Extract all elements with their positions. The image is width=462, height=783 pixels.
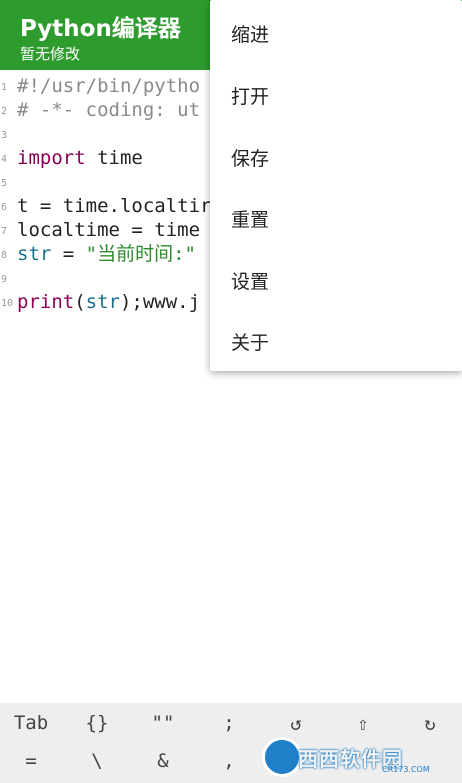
code-token: str	[85, 291, 120, 313]
menu-item-about[interactable]: 关于	[210, 309, 462, 371]
line-number: 9	[1, 274, 8, 285]
code-text: str = "当前时间:"	[17, 242, 196, 266]
code-token: (	[74, 291, 86, 313]
code-token: # -*- coding: ut	[17, 99, 201, 121]
code-token: localtime = time	[17, 219, 201, 241]
code-text: # -*- coding: ut	[17, 98, 200, 122]
semicolon-key[interactable]: ;	[207, 705, 251, 741]
menu-item-label: 保存	[231, 148, 270, 170]
code-text: print(str);www.j	[17, 290, 200, 314]
ampersand-key[interactable]: &	[141, 743, 185, 779]
menu-item-reset[interactable]: 重置	[210, 186, 462, 248]
code-token: );www.j	[119, 291, 201, 313]
equals-key[interactable]: =	[9, 743, 53, 779]
watermark-sub: CR173.COM	[382, 765, 430, 774]
menu-item-label: 缩进	[231, 24, 270, 46]
line-number: 5	[1, 178, 8, 189]
line-number: 4	[1, 154, 8, 165]
menu-item-indent[interactable]: 缩进	[210, 1, 462, 63]
line-number: 7	[1, 226, 8, 237]
code-token: =	[51, 243, 86, 265]
line-number: 3	[1, 130, 8, 141]
menu-item-label: 重置	[231, 209, 270, 231]
menu-item-label: 打开	[231, 86, 270, 108]
quotes-key[interactable]: ""	[141, 705, 185, 741]
code-text: localtime = time	[17, 218, 200, 242]
line-number: 8	[1, 250, 8, 261]
code-text: t = time.localtir	[17, 194, 211, 218]
code-token: "当前时间:"	[85, 243, 196, 265]
code-token: print	[17, 291, 75, 313]
app-subtitle: 暂无修改	[20, 45, 81, 63]
line-number: 1	[1, 82, 8, 93]
line-number: 2	[1, 106, 8, 117]
menu-item-label: 设置	[231, 271, 270, 293]
code-token: import	[17, 147, 86, 169]
code-text: import time	[17, 146, 143, 170]
line-number: 6	[1, 202, 8, 213]
code-token: t = time.localtir	[17, 195, 212, 217]
code-token: time	[85, 147, 143, 169]
code-token: str	[17, 243, 52, 265]
overflow-menu: 缩进 打开 保存 重置 设置 关于	[210, 0, 462, 371]
backslash-key[interactable]: \	[75, 743, 119, 779]
menu-item-save[interactable]: 保存	[210, 125, 462, 187]
code-token: #!/usr/bin/pytho	[17, 75, 201, 97]
app-title: Python编译器	[20, 16, 181, 42]
watermark: 西西软件园 CR173.COM	[262, 737, 442, 777]
line-number: 10	[1, 298, 14, 309]
cr173-logo-icon	[262, 737, 302, 777]
tab-key[interactable]: Tab	[9, 705, 53, 741]
menu-item-label: 关于	[231, 332, 270, 354]
code-text: #!/usr/bin/pytho	[17, 74, 200, 98]
menu-item-settings[interactable]: 设置	[210, 248, 462, 310]
comma-key[interactable]: ,	[207, 743, 251, 779]
menu-item-open[interactable]: 打开	[210, 63, 462, 125]
braces-key[interactable]: {}	[75, 705, 119, 741]
